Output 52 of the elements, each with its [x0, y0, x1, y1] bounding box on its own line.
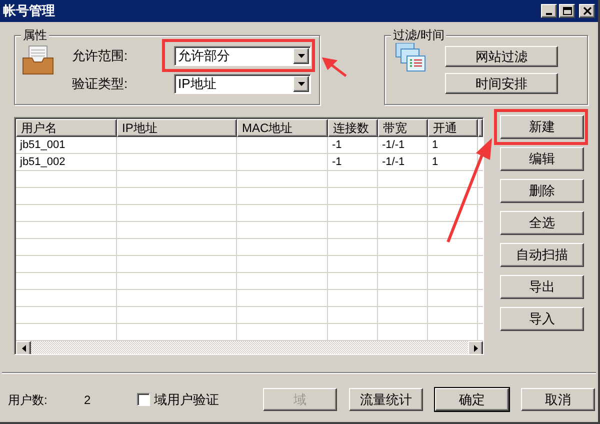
column-header[interactable]: 连接数 [328, 119, 378, 137]
table-cell: -1/-1 [378, 154, 428, 170]
checkbox-label: 域用户验证 [154, 390, 220, 409]
annotation-arrow [322, 56, 348, 78]
right-arrow-icon [474, 345, 478, 352]
minimize-button[interactable] [541, 4, 557, 18]
button[interactable]: 导出 [500, 275, 584, 299]
user-count: 2 [84, 392, 92, 408]
dropdown-button[interactable] [293, 48, 309, 64]
scroll-right-button[interactable] [468, 341, 483, 354]
column-header[interactable]: 开通 [428, 119, 478, 137]
left-arrow-icon [22, 345, 26, 352]
checkbox[interactable] [137, 393, 150, 406]
window-title: 帐号管理 [3, 2, 55, 20]
table-cell: jb51_002 [16, 154, 117, 170]
button[interactable]: 取消 [521, 388, 595, 411]
dropdown[interactable]: 允许部分 [174, 46, 311, 66]
field-label: 验证类型: [72, 75, 129, 94]
button[interactable]: 编辑 [500, 147, 584, 171]
close-icon [582, 7, 592, 15]
column-header[interactable]: 用户名 [16, 119, 117, 137]
button[interactable]: 导入 [500, 307, 584, 331]
field-label: 允许范围: [72, 47, 129, 66]
caret-icon [298, 54, 304, 58]
button[interactable]: 网站过滤 [445, 46, 558, 67]
dropdown[interactable]: IP地址 [174, 74, 311, 94]
button[interactable]: 自动扫描 [500, 243, 584, 267]
caret-icon [298, 82, 304, 86]
maximize-button[interactable] [559, 4, 575, 18]
table-cell: -1/-1 [378, 137, 428, 153]
group-title: 属性 [21, 27, 49, 43]
table-cell: -1 [328, 137, 378, 153]
button[interactable]: 新建 [500, 115, 584, 139]
button[interactable]: 时间安排 [445, 73, 558, 94]
button[interactable]: 删除 [500, 179, 584, 203]
scroll-left-button[interactable] [16, 341, 31, 354]
user-count-label: 用户数: [8, 392, 48, 408]
button[interactable]: 确定 [435, 388, 509, 411]
dropdown-button[interactable] [293, 76, 309, 92]
stacked-windows-icon [395, 41, 427, 73]
column-header[interactable]: MAC地址 [237, 119, 328, 137]
horizontal-scrollbar[interactable] [16, 341, 483, 354]
maximize-icon [562, 7, 572, 15]
table-cell: jb51_001 [16, 137, 117, 153]
button[interactable]: 流量统计 [349, 388, 423, 411]
group-title: 过滤/时间 [391, 27, 446, 43]
table-cell: -1 [328, 154, 378, 170]
column-header[interactable]: IP地址 [117, 119, 237, 137]
close-button[interactable] [579, 4, 595, 18]
column-header[interactable]: 带宽 [378, 119, 428, 137]
inbox-tray-icon [22, 44, 54, 76]
button[interactable]: 全选 [500, 211, 584, 235]
